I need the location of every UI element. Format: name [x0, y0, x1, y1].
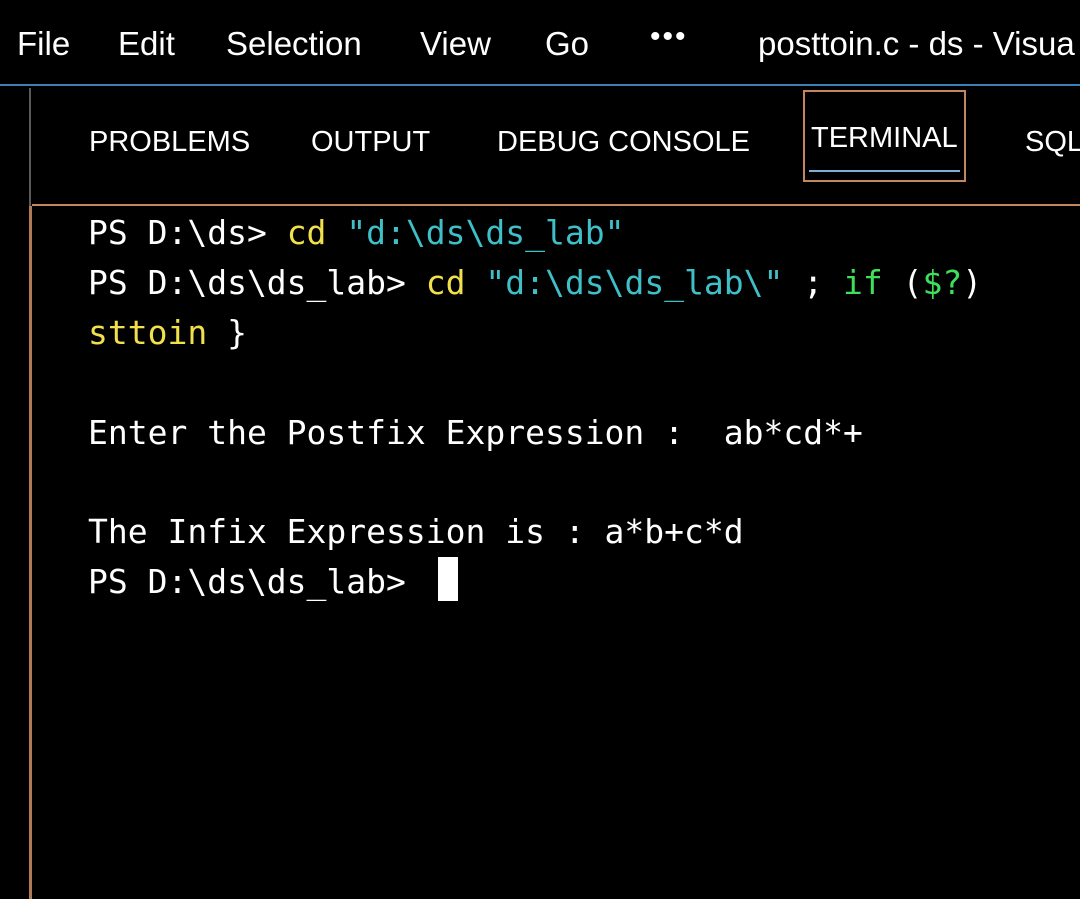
tab-output[interactable]: OUTPUT	[311, 122, 430, 162]
tab-debug-console[interactable]: DEBUG CONSOLE	[497, 122, 750, 162]
terminal-line: The Infix Expression is : a*b+c*d	[88, 512, 744, 551]
brace: }	[207, 313, 247, 352]
command: cd	[425, 263, 466, 302]
command: sttoin	[88, 313, 208, 352]
menu-bar: File Edit Selection View Go ••• posttoin…	[0, 0, 1080, 86]
menu-view[interactable]: View	[420, 22, 491, 66]
prompt: PS D:\ds\ds_lab>	[88, 263, 426, 302]
command: cd	[286, 213, 327, 252]
terminal-line: sttoin }	[88, 308, 247, 358]
terminal-view[interactable]: PS D:\ds> cd "d:\ds\ds_lab" PS D:\ds\ds_…	[32, 208, 1080, 899]
terminal-line: PS D:\ds\ds_lab>	[88, 557, 458, 607]
terminal-line: PS D:\ds\ds_lab> cd "d:\ds\ds_lab\" ; if…	[88, 258, 982, 308]
terminal-line: Enter the Postfix Expression : ab*cd*+	[88, 413, 863, 452]
string-argument: "d:\ds\ds_lab\"	[485, 263, 784, 302]
more-menu-icon[interactable]: •••	[650, 20, 688, 54]
variable: $?	[922, 263, 963, 302]
menu-go[interactable]: Go	[545, 22, 589, 66]
keyword: if	[843, 263, 883, 302]
tab-problems[interactable]: PROBLEMS	[89, 122, 250, 162]
string-argument: "d:\ds\ds_lab"	[346, 213, 625, 252]
prompt: PS D:\ds>	[88, 213, 287, 252]
paren-close: )	[962, 263, 983, 302]
tab-terminal[interactable]: TERMINAL	[803, 90, 966, 182]
separator: ;	[783, 263, 844, 302]
paren-open: (	[882, 263, 923, 302]
panel-tab-bar: PROBLEMS OUTPUT DEBUG CONSOLE TERMINAL S…	[32, 88, 1080, 206]
menu-edit[interactable]: Edit	[118, 22, 175, 66]
menu-file[interactable]: File	[17, 22, 70, 66]
window-title: posttoin.c - ds - Visua	[758, 25, 1075, 62]
activity-bar-edge	[0, 88, 31, 899]
prompt: PS D:\ds\ds_lab>	[88, 562, 426, 601]
terminal-line: PS D:\ds> cd "d:\ds\ds_lab"	[88, 208, 624, 258]
menu-selection[interactable]: Selection	[226, 22, 362, 66]
terminal-cursor	[437, 557, 458, 601]
tab-sql[interactable]: SQL	[1025, 122, 1080, 162]
